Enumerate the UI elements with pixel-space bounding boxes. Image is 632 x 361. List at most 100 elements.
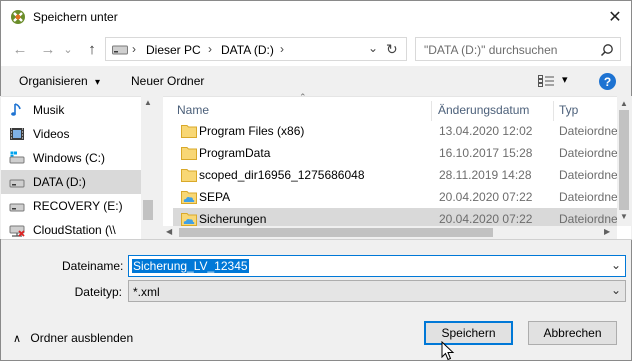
navigation-pane-scrollbar[interactable]: ▲ xyxy=(141,96,155,239)
chevron-down-icon: ⌄ xyxy=(63,43,73,56)
divider xyxy=(1,239,632,240)
file-date: 20.04.2020 07:22 xyxy=(439,190,533,204)
column-header-date[interactable]: Änderungsdatum xyxy=(438,103,529,121)
help-icon[interactable]: ? xyxy=(599,73,616,90)
close-button[interactable]: ✕ xyxy=(597,1,632,32)
file-type: Dateiordner xyxy=(559,168,617,182)
scrollbar-thumb[interactable] xyxy=(179,228,493,237)
save-button[interactable]: Speichern xyxy=(424,321,513,345)
details-view-icon xyxy=(538,75,554,87)
sidebar-item-label: Windows (C:) xyxy=(33,151,106,165)
app-icon xyxy=(11,10,25,24)
address-bar[interactable]: › Dieser PC › DATA (D:) › ⌄ ↻ xyxy=(105,37,407,61)
folder-icon xyxy=(181,147,197,160)
file-type: Dateiordner xyxy=(559,212,617,226)
file-row[interactable]: scoped_dir16956_1275686048 28.11.2019 14… xyxy=(173,164,617,186)
file-row[interactable]: SEPA 20.04.2020 07:22 Dateiordner xyxy=(173,186,617,208)
hide-folders-label: Ordner ausblenden xyxy=(30,331,134,345)
sidebar-item-videos[interactable]: Videos xyxy=(1,122,141,146)
view-options-button[interactable]: ▾ xyxy=(538,73,574,89)
file-name: SEPA xyxy=(199,190,231,204)
file-type: Dateiordner xyxy=(559,146,617,160)
column-header-name-label: Name xyxy=(177,103,210,117)
forward-button[interactable]: → xyxy=(37,39,59,59)
caret-down-icon: ▾ xyxy=(562,74,568,86)
back-button[interactable]: ← xyxy=(9,39,31,59)
organize-button[interactable]: Organisieren ▾ xyxy=(19,74,100,88)
file-name: scoped_dir16956_1275686048 xyxy=(199,168,365,182)
video-icon xyxy=(10,128,24,140)
filetype-value: *.xml xyxy=(133,285,160,299)
file-row[interactable]: ProgramData 16.10.2017 15:28 Dateiordner xyxy=(173,142,617,164)
refresh-icon[interactable]: ↻ xyxy=(386,41,398,58)
search-box[interactable]: "DATA (D:)" durchsuchen xyxy=(415,37,621,61)
close-icon: ✕ xyxy=(608,8,622,26)
column-divider[interactable] xyxy=(553,101,554,121)
search-input[interactable]: "DATA (D:)" durchsuchen xyxy=(424,43,557,57)
folder-icon xyxy=(181,125,197,138)
file-name: ProgramData xyxy=(199,146,271,160)
breadcrumb-separator-icon: › xyxy=(280,42,284,56)
column-header-date-label: Änderungsdatum xyxy=(438,103,530,117)
sidebar-item-recovery-drive[interactable]: RECOVERY (E:) xyxy=(1,194,141,218)
sidebar-item-label: CloudStation (\\ xyxy=(33,223,116,237)
file-list-vertical-scrollbar[interactable]: ▲ ▼ xyxy=(617,96,631,226)
cancel-button[interactable]: Abbrechen xyxy=(528,321,617,345)
address-dropdown-button[interactable]: ⌄ xyxy=(368,41,378,55)
scroll-up-icon[interactable]: ▲ xyxy=(144,98,152,107)
sidebar-item-label: DATA (D:) xyxy=(33,175,86,189)
music-icon xyxy=(11,103,21,116)
drive-icon xyxy=(9,179,25,188)
help-symbol: ? xyxy=(603,74,612,89)
back-arrow-icon: ← xyxy=(12,40,28,58)
sort-ascending-icon: ⌃ xyxy=(299,92,307,102)
file-date: 16.10.2017 15:28 xyxy=(439,146,533,160)
scrollbar-thumb[interactable] xyxy=(143,200,153,220)
breadcrumb-item-data-drive[interactable]: DATA (D:) xyxy=(221,43,274,57)
scroll-down-icon[interactable]: ▼ xyxy=(620,212,628,221)
column-divider[interactable] xyxy=(431,101,432,121)
new-folder-button[interactable]: Neuer Ordner xyxy=(131,74,204,88)
drive-icon xyxy=(9,203,25,212)
up-button[interactable]: ↑ xyxy=(81,39,103,59)
filename-field[interactable]: Sicherung_LV_12345 ⌄ xyxy=(128,255,626,277)
sidebar-item-data-drive[interactable]: DATA (D:) xyxy=(1,170,142,194)
cancel-button-label: Abbrechen xyxy=(543,326,602,340)
filetype-select[interactable]: *.xml ⌄ xyxy=(128,280,626,302)
recent-locations-button[interactable]: ⌄ xyxy=(61,39,75,59)
file-date: 20.04.2020 07:22 xyxy=(439,212,533,226)
navigation-pane: Musik Videos Windows (C:) DATA (D:) RECO… xyxy=(1,96,155,239)
chevron-down-icon[interactable]: ⌄ xyxy=(611,258,621,272)
scroll-right-icon[interactable]: ▶ xyxy=(604,227,610,236)
window-title: Speichern unter xyxy=(33,10,118,24)
sidebar-item-label: Videos xyxy=(33,127,70,141)
filename-label: Dateiname: xyxy=(62,259,124,273)
forward-arrow-icon: → xyxy=(40,40,56,58)
scroll-up-icon[interactable]: ▲ xyxy=(620,99,628,108)
column-header-name[interactable]: Name xyxy=(177,103,209,121)
filetype-label: Dateityp: xyxy=(74,285,122,299)
scrollbar-thumb[interactable] xyxy=(619,110,629,210)
sidebar-item-label: RECOVERY (E:) xyxy=(33,199,123,213)
breadcrumb-item-this-pc[interactable]: Dieser PC xyxy=(146,43,201,57)
file-list-horizontal-scrollbar[interactable]: ◀ ▶ xyxy=(163,226,617,239)
scroll-left-icon[interactable]: ◀ xyxy=(166,227,172,236)
sidebar-item-label: Musik xyxy=(33,103,65,117)
drive-icon xyxy=(112,45,128,55)
chevron-down-icon[interactable]: ⌄ xyxy=(611,283,621,297)
file-row[interactable]: Program Files (x86) 13.04.2020 12:02 Dat… xyxy=(173,120,617,142)
file-list: ⌃ Name Änderungsdatum Typ Program Files … xyxy=(163,92,631,239)
chevron-up-icon: ∧ xyxy=(13,333,22,345)
file-name: Sicherungen xyxy=(199,212,267,226)
sidebar-item-windows-drive[interactable]: Windows (C:) xyxy=(1,146,141,170)
title-bar: Speichern unter ✕ xyxy=(0,0,632,32)
column-header-type[interactable]: Typ xyxy=(559,103,578,121)
hide-folders-button[interactable]: ∧ Ordner ausblenden xyxy=(13,331,133,345)
file-type: Dateiordner xyxy=(559,124,617,138)
search-icon[interactable] xyxy=(600,43,614,57)
sidebar-item-music[interactable]: Musik xyxy=(1,98,141,122)
file-date: 28.11.2019 14:28 xyxy=(439,168,532,182)
filename-input[interactable]: Sicherung_LV_12345 xyxy=(132,259,249,273)
file-type: Dateiordner xyxy=(559,190,617,204)
folder-icon xyxy=(181,169,197,182)
